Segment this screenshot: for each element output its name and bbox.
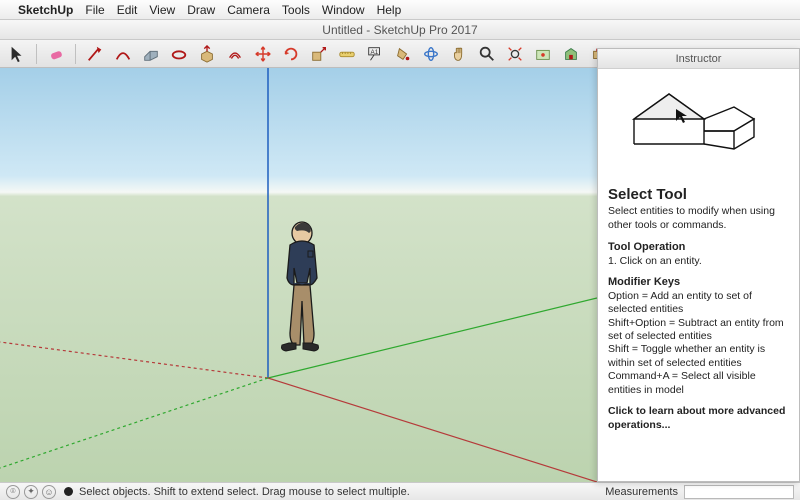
tool-paint[interactable] [392,43,414,65]
window-titlebar: Untitled - SketchUp Pro 2017 [0,20,800,40]
tool-line[interactable] [84,43,106,65]
menu-file[interactable]: File [85,3,104,17]
geolocation-icon[interactable]: ⌾ [6,485,20,499]
tool-move[interactable] [252,43,274,65]
tool-zoomext[interactable] [504,43,526,65]
axes-overlay [0,68,597,482]
tool-scale[interactable] [308,43,330,65]
tool-addlocation[interactable] [532,43,554,65]
status-indicator-icon [64,487,73,496]
instructor-illustration [598,69,799,179]
tool-circle[interactable] [168,43,190,65]
tool-zoom[interactable] [476,43,498,65]
status-hint: Select objects. Shift to extend select. … [79,486,410,498]
instructor-mod-4: Command+A = Select all visible entities … [608,370,789,397]
instructor-panel: Instructor Select Tool Select entities t… [597,48,800,482]
tool-tape[interactable] [336,43,358,65]
tool-offset[interactable] [224,43,246,65]
instructor-mod-heading: Modifier Keys [608,275,789,289]
tool-text[interactable]: A1 [364,43,386,65]
menu-draw[interactable]: Draw [187,3,215,17]
menu-window[interactable]: Window [322,3,365,17]
menu-tools[interactable]: Tools [282,3,310,17]
viewport-3d[interactable] [0,68,597,482]
svg-text:A1: A1 [371,49,379,56]
tool-pan[interactable] [448,43,470,65]
mac-menubar: SketchUp File Edit View Draw Camera Tool… [0,0,800,20]
instructor-tool-name: Select Tool [608,185,789,204]
tool-eraser[interactable] [45,43,67,65]
toolbar-separator [75,44,76,64]
tool-rotate[interactable] [280,43,302,65]
instructor-mod-1: Option = Add an entity to set of selecte… [608,290,789,317]
axis-green-solid [268,298,597,378]
instructor-op-heading: Tool Operation [608,240,789,254]
axis-red-dashed [0,342,268,378]
measurements-label: Measurements [605,486,678,498]
menu-help[interactable]: Help [377,3,402,17]
instructor-op-item: 1. Click on an entity. [608,255,789,268]
instructor-body: Select Tool Select entities to modify wh… [598,179,799,440]
menu-view[interactable]: View [149,3,175,17]
tool-warehouse[interactable] [560,43,582,65]
instructor-mod-2: Shift+Option = Subtract an entity from s… [608,317,789,344]
profile-icon[interactable]: ☺ [42,485,56,499]
tool-pushpull[interactable] [196,43,218,65]
menu-camera[interactable]: Camera [227,3,270,17]
tool-arc[interactable] [112,43,134,65]
tool-orbit[interactable] [420,43,442,65]
axis-green-dashed [0,378,268,468]
axis-red-solid [268,378,597,482]
credits-icon[interactable]: ✦ [24,485,38,499]
tool-rectangle[interactable] [140,43,162,65]
instructor-subtitle: Select entities to modify when using oth… [608,205,789,232]
tool-select[interactable] [6,43,28,65]
scale-figure-person[interactable] [282,222,319,351]
instructor-title[interactable]: Instructor [598,49,799,69]
document-title: Untitled - SketchUp Pro 2017 [322,23,477,37]
app-menu[interactable]: SketchUp [18,3,73,17]
instructor-mod-3: Shift = Toggle whether an entity is with… [608,343,789,370]
instructor-more-link[interactable]: Click to learn about more advanced opera… [608,405,789,432]
menu-edit[interactable]: Edit [117,3,138,17]
workspace: Instructor Select Tool Select entities t… [0,68,800,482]
status-bar: ⌾ ✦ ☺ Select objects. Shift to extend se… [0,482,800,500]
toolbar-separator [36,44,37,64]
status-icons: ⌾ ✦ ☺ [6,485,56,499]
measurements-input[interactable] [684,485,794,499]
